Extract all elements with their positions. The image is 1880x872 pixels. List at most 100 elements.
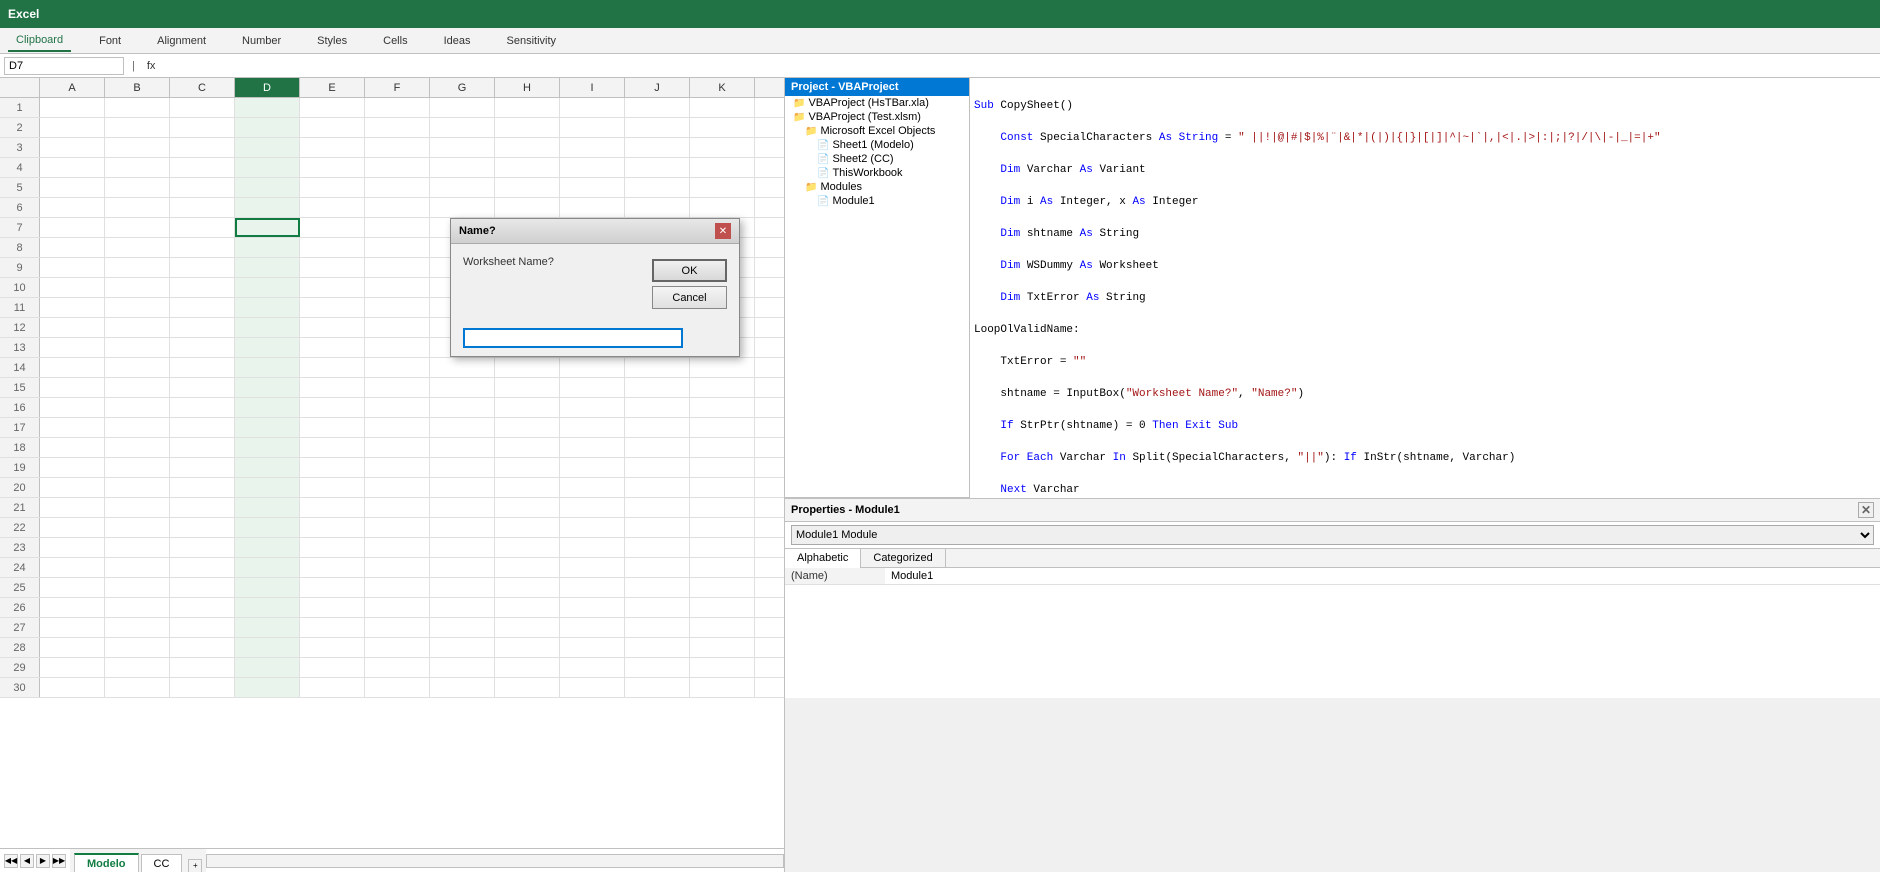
sheet-nav-next[interactable]: ▶ (36, 854, 50, 868)
cell-f6[interactable] (365, 198, 430, 217)
cell-k3[interactable] (690, 138, 755, 157)
sheet-nav-first[interactable]: ◀◀ (4, 854, 18, 868)
col-header-j[interactable]: J (625, 78, 690, 97)
cell-c2[interactable] (170, 118, 235, 137)
ribbon-tab-alignment[interactable]: Alignment (149, 31, 214, 51)
cell-e2[interactable] (300, 118, 365, 137)
cell-g3[interactable] (430, 138, 495, 157)
prop-value[interactable]: Module1 (885, 568, 1880, 585)
cell-d9[interactable] (235, 258, 300, 277)
cell-c1[interactable] (170, 98, 235, 117)
cell-f2[interactable] (365, 118, 430, 137)
cell-a6[interactable] (40, 198, 105, 217)
horizontal-scrollbar[interactable] (206, 854, 784, 868)
ribbon-tab-sensitivity[interactable]: Sensitivity (499, 31, 565, 51)
cell-j5[interactable] (625, 178, 690, 197)
cell-f1[interactable] (365, 98, 430, 117)
col-header-i[interactable]: I (560, 78, 625, 97)
cell-k5[interactable] (690, 178, 755, 197)
ribbon-tab-styles[interactable]: Styles (309, 31, 355, 51)
cell-c7[interactable] (170, 218, 235, 237)
ribbon-tab-font[interactable]: Font (91, 31, 129, 51)
tree-item-vbaproject-hsbar[interactable]: 📁 VBAProject (HsTBar.xla) (785, 96, 969, 110)
cell-k2[interactable] (690, 118, 755, 137)
dialog-title-bar[interactable]: Name? ✕ (451, 219, 739, 244)
props-tab-categorized[interactable]: Categorized (861, 549, 945, 567)
cell-d1[interactable] (235, 98, 300, 117)
cell-j1[interactable] (625, 98, 690, 117)
col-header-g[interactable]: G (430, 78, 495, 97)
cell-e9[interactable] (300, 258, 365, 277)
col-header-k[interactable]: K (690, 78, 755, 97)
tree-item-sheet2[interactable]: 📄 Sheet2 (CC) (785, 152, 969, 166)
ribbon-tab-cells[interactable]: Cells (375, 31, 415, 51)
col-header-h[interactable]: H (495, 78, 560, 97)
cell-f9[interactable] (365, 258, 430, 277)
cell-a5[interactable] (40, 178, 105, 197)
cell-h6[interactable] (495, 198, 560, 217)
cell-h2[interactable] (495, 118, 560, 137)
cell-b8[interactable] (105, 238, 170, 257)
cell-j2[interactable] (625, 118, 690, 137)
cell-j3[interactable] (625, 138, 690, 157)
cell-h5[interactable] (495, 178, 560, 197)
cell-d6[interactable] (235, 198, 300, 217)
cell-a7[interactable] (40, 218, 105, 237)
ribbon-tab-clipboard[interactable]: Clipboard (8, 30, 71, 52)
code-editor[interactable]: Sub CopySheet() Const SpecialCharacters … (970, 78, 1880, 498)
cell-b10[interactable] (105, 278, 170, 297)
cell-f10[interactable] (365, 278, 430, 297)
cell-c6[interactable] (170, 198, 235, 217)
tree-item-vbaproject-test[interactable]: 📁 VBAProject (Test.xlsm) (785, 110, 969, 124)
cell-c10[interactable] (170, 278, 235, 297)
cell-c4[interactable] (170, 158, 235, 177)
cell-h4[interactable] (495, 158, 560, 177)
cell-a2[interactable] (40, 118, 105, 137)
cell-b2[interactable] (105, 118, 170, 137)
cell-d2[interactable] (235, 118, 300, 137)
cell-e6[interactable] (300, 198, 365, 217)
cell-g5[interactable] (430, 178, 495, 197)
cell-b9[interactable] (105, 258, 170, 277)
dialog-close-button[interactable]: ✕ (715, 223, 731, 239)
col-header-c[interactable]: C (170, 78, 235, 97)
cell-g6[interactable] (430, 198, 495, 217)
sheet-nav-prev[interactable]: ◀ (20, 854, 34, 868)
cell-a8[interactable] (40, 238, 105, 257)
cell-e7[interactable] (300, 218, 365, 237)
sheet-tab-cc[interactable]: CC (141, 854, 183, 872)
cell-a1[interactable] (40, 98, 105, 117)
tree-item-module1[interactable]: 📄 Module1 (785, 194, 969, 208)
cell-d10[interactable] (235, 278, 300, 297)
properties-close-button[interactable]: ✕ (1858, 502, 1874, 518)
cell-i1[interactable] (560, 98, 625, 117)
cell-i4[interactable] (560, 158, 625, 177)
cell-f4[interactable] (365, 158, 430, 177)
cell-e8[interactable] (300, 238, 365, 257)
cell-a9[interactable] (40, 258, 105, 277)
dialog-cancel-button[interactable]: Cancel (652, 286, 727, 309)
tree-item-excel-objects[interactable]: 📁 Microsoft Excel Objects (785, 124, 969, 138)
cell-k1[interactable] (690, 98, 755, 117)
cell-g1[interactable] (430, 98, 495, 117)
cell-a4[interactable] (40, 158, 105, 177)
cell-e1[interactable] (300, 98, 365, 117)
cell-c9[interactable] (170, 258, 235, 277)
sheet-nav-last[interactable]: ▶▶ (52, 854, 66, 868)
cell-b1[interactable] (105, 98, 170, 117)
cell-i2[interactable] (560, 118, 625, 137)
cell-d4[interactable] (235, 158, 300, 177)
tree-item-modules[interactable]: 📁 Modules (785, 180, 969, 194)
cell-i5[interactable] (560, 178, 625, 197)
cell-j6[interactable] (625, 198, 690, 217)
cell-b4[interactable] (105, 158, 170, 177)
cell-g4[interactable] (430, 158, 495, 177)
cell-f5[interactable] (365, 178, 430, 197)
tree-item-thisworkbook[interactable]: 📄 ThisWorkbook (785, 166, 969, 180)
tree-item-sheet1[interactable]: 📄 Sheet1 (Modelo) (785, 138, 969, 152)
formula-input[interactable] (163, 60, 1876, 72)
col-header-f[interactable]: F (365, 78, 430, 97)
dialog-input[interactable] (463, 328, 683, 348)
cell-a3[interactable] (40, 138, 105, 157)
cell-d8[interactable] (235, 238, 300, 257)
